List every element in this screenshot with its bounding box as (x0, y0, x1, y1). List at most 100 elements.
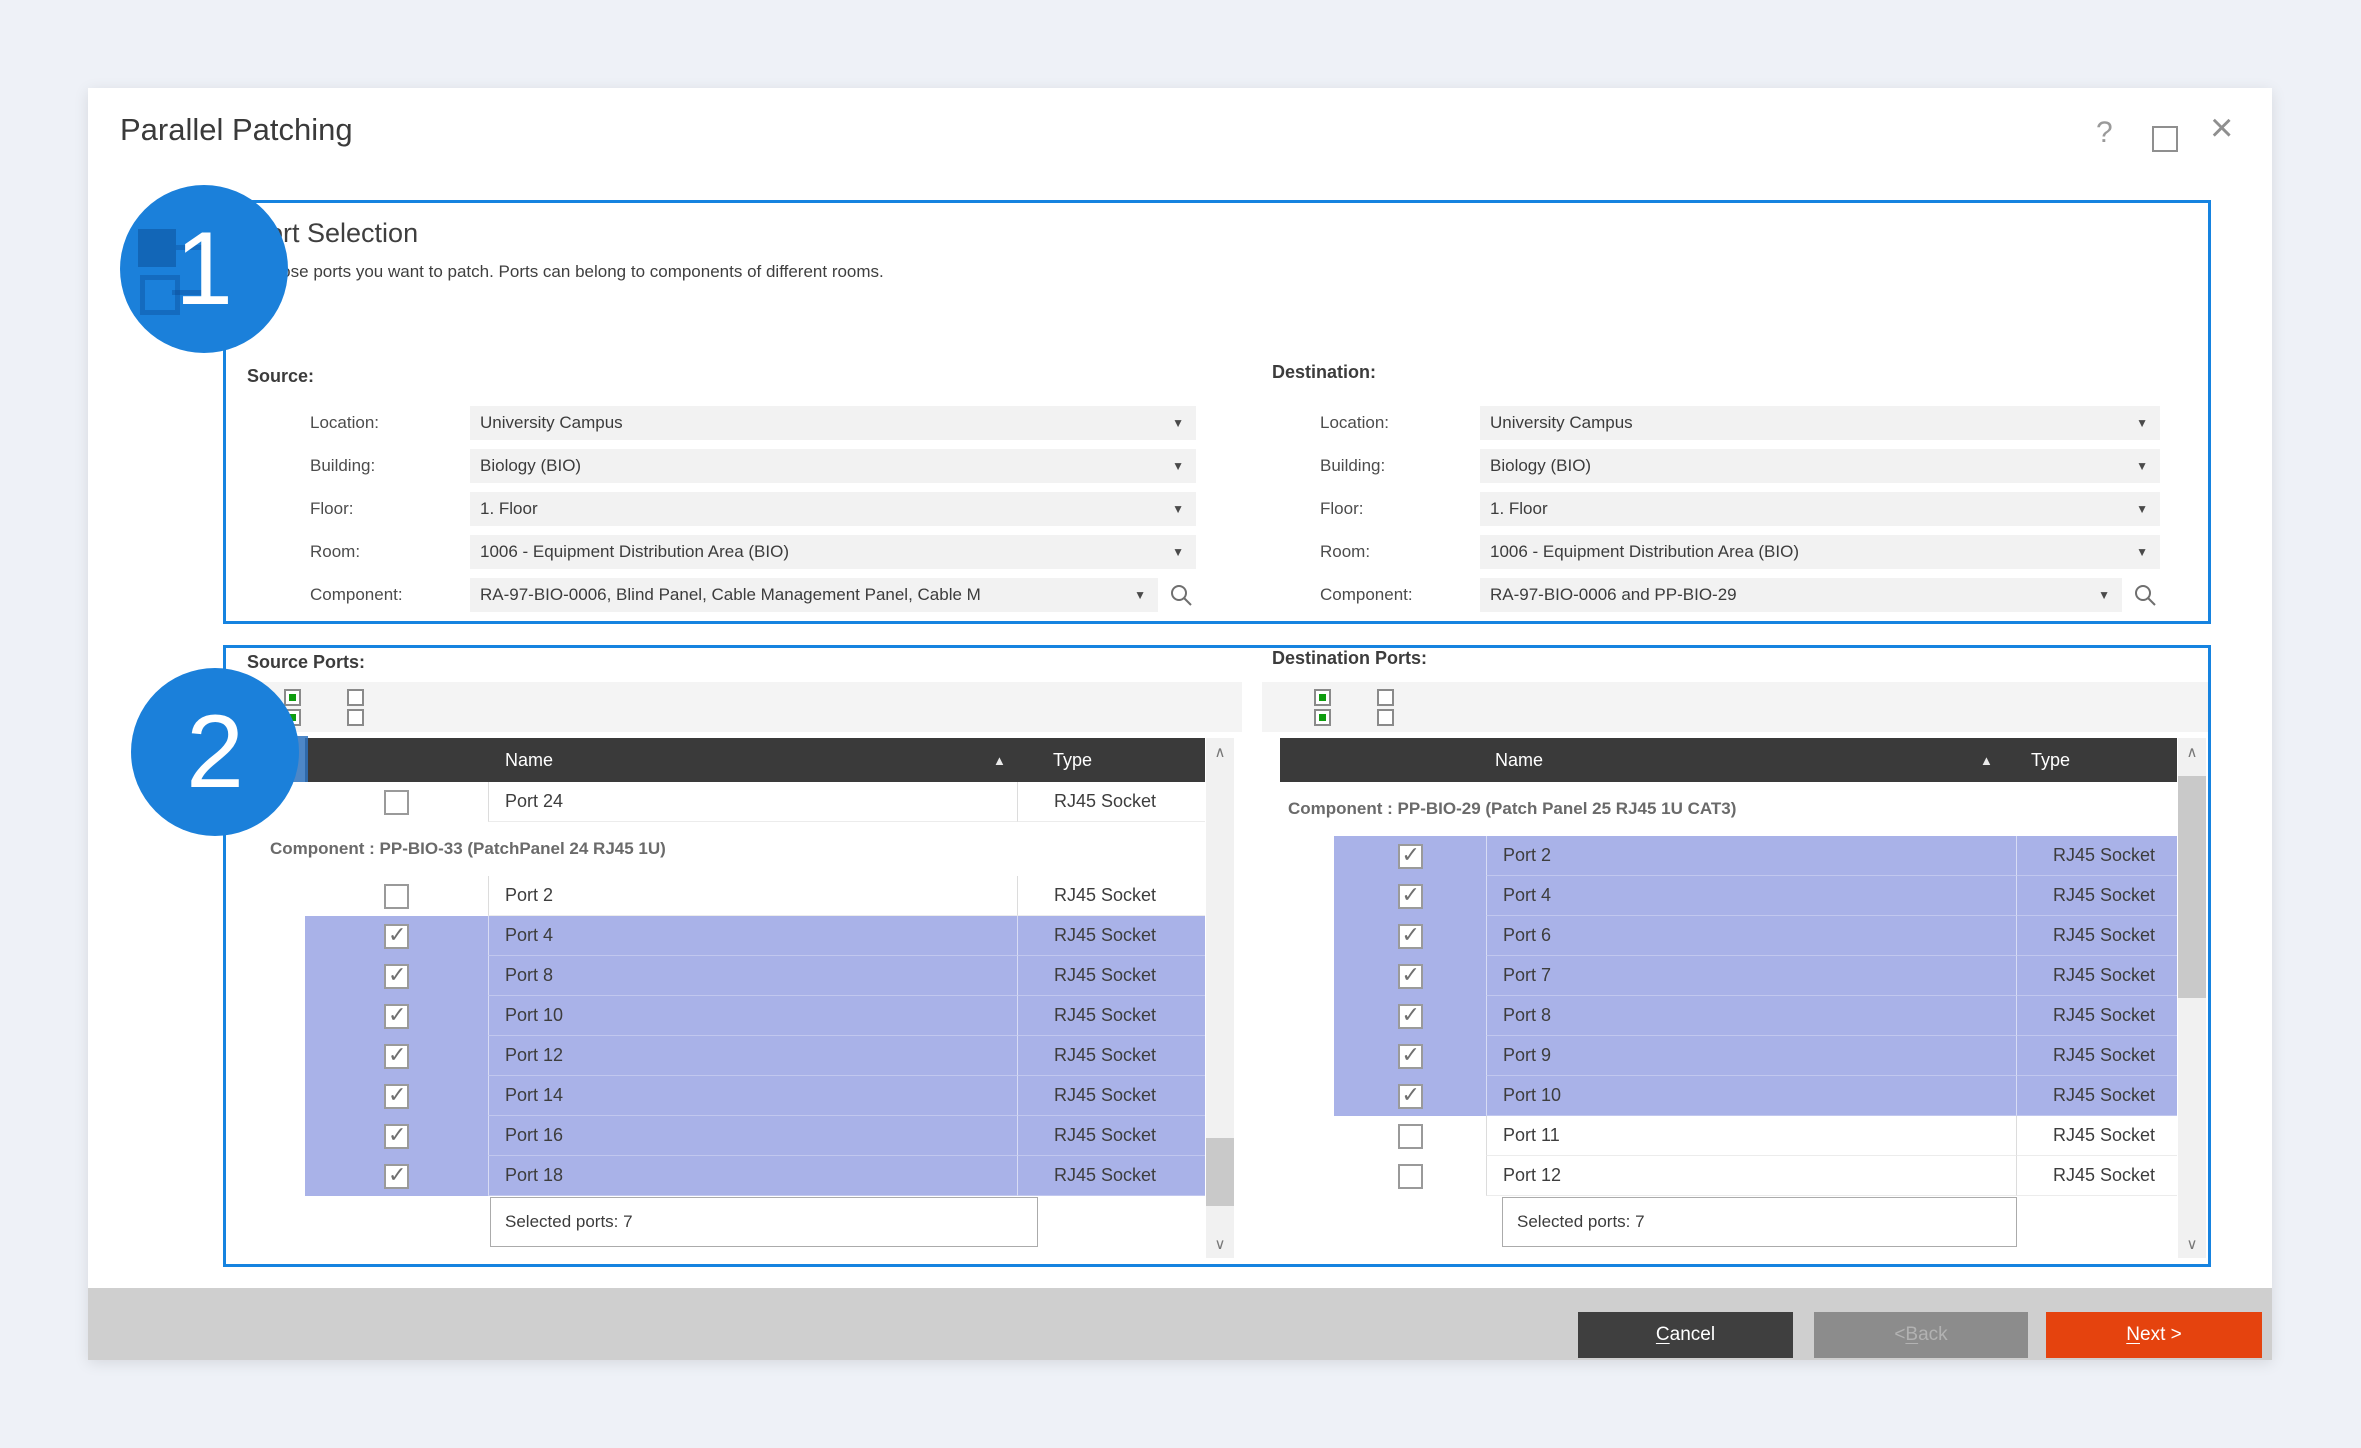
column-header-type[interactable]: Type (2031, 750, 2070, 771)
scroll-down-icon[interactable]: ∨ (1206, 1230, 1234, 1258)
table-row[interactable]: Port 10RJ45 Socket (1334, 1076, 2177, 1116)
scrollbar-thumb[interactable] (1206, 1138, 1234, 1206)
dropdown-field[interactable]: 1006 - Equipment Distribution Area (BIO)… (470, 535, 1196, 569)
chevron-down-icon[interactable]: ▼ (2130, 545, 2160, 559)
close-icon[interactable]: × (2210, 108, 2233, 148)
dropdown-field[interactable]: 1. Floor▼ (1480, 492, 2160, 526)
table-row[interactable]: Port 18RJ45 Socket (305, 1156, 1205, 1196)
field-row: Floor:1. Floor▼ (1320, 492, 2160, 526)
table-row[interactable]: Port 16RJ45 Socket (305, 1116, 1205, 1156)
port-type-cell: RJ45 Socket (2016, 1076, 2177, 1116)
table-row[interactable]: Port 7RJ45 Socket (1334, 956, 2177, 996)
chevron-down-icon[interactable]: ▼ (1166, 459, 1196, 473)
table-row[interactable]: Port 2RJ45 Socket (305, 876, 1205, 916)
table-row[interactable]: Port 4RJ45 Socket (1334, 876, 2177, 916)
port-checkbox[interactable] (1398, 1084, 1423, 1109)
destination-scrollbar[interactable]: ∧ ∨ (2178, 738, 2206, 1258)
dropdown-field[interactable]: 1. Floor▼ (470, 492, 1196, 526)
port-checkbox[interactable] (384, 884, 409, 909)
table-row[interactable]: Port 12RJ45 Socket (305, 1036, 1205, 1076)
dropdown-field[interactable]: RA-97-BIO-0006 and PP-BIO-29▼ (1480, 578, 2122, 612)
table-row[interactable]: Port 14RJ45 Socket (305, 1076, 1205, 1116)
checkbox-cell (305, 1036, 488, 1076)
table-row[interactable]: Port 8RJ45 Socket (305, 956, 1205, 996)
port-checkbox[interactable] (1398, 924, 1423, 949)
table-row[interactable]: Port 2RJ45 Socket (1334, 836, 2177, 876)
port-checkbox[interactable] (384, 924, 409, 949)
section-description: Choose ports you want to patch. Ports ca… (250, 262, 884, 282)
scroll-up-icon[interactable]: ∧ (2178, 738, 2206, 766)
table-row[interactable]: Port 24RJ45 Socket (305, 782, 1205, 822)
chevron-down-icon[interactable]: ▼ (2092, 588, 2122, 602)
select-all-ports-icon[interactable] (1314, 689, 1333, 726)
table-row[interactable]: Port 9RJ45 Socket (1334, 1036, 2177, 1076)
sort-ascending-icon[interactable]: ▲ (993, 753, 1006, 768)
port-type-cell: RJ45 Socket (1017, 1156, 1205, 1196)
dropdown-field[interactable]: 1006 - Equipment Distribution Area (BIO)… (1480, 535, 2160, 569)
port-checkbox[interactable] (1398, 1164, 1423, 1189)
port-checkbox[interactable] (1398, 884, 1423, 909)
cancel-button[interactable]: Cancel (1578, 1312, 1793, 1358)
chevron-down-icon[interactable]: ▼ (1166, 416, 1196, 430)
deselect-all-ports-icon[interactable] (347, 689, 366, 726)
port-checkbox[interactable] (1398, 1004, 1423, 1029)
port-checkbox[interactable] (384, 1044, 409, 1069)
chevron-down-icon[interactable]: ▼ (2130, 459, 2160, 473)
source-scrollbar[interactable]: ∧ ∨ (1206, 738, 1234, 1258)
port-checkbox[interactable] (384, 964, 409, 989)
port-checkbox[interactable] (384, 1124, 409, 1149)
dropdown-field[interactable]: University Campus▼ (470, 406, 1196, 440)
destination-ports-table: Name ▲ Type Component : PP-BIO-29 (Patch… (1280, 738, 2177, 1196)
chevron-down-icon[interactable]: ▼ (2130, 416, 2160, 430)
port-type-cell: RJ45 Socket (2016, 916, 2177, 956)
chevron-down-icon[interactable]: ▼ (2130, 502, 2160, 516)
sort-ascending-icon[interactable]: ▲ (1980, 753, 1993, 768)
scroll-down-icon[interactable]: ∨ (2178, 1230, 2206, 1258)
search-icon[interactable] (2130, 578, 2160, 612)
dropdown-value: University Campus (470, 413, 1166, 433)
step-1-number: 1 (175, 210, 233, 329)
port-checkbox[interactable] (1398, 1124, 1423, 1149)
dropdown-field[interactable]: RA-97-BIO-0006, Blind Panel, Cable Manag… (470, 578, 1158, 612)
maximize-icon[interactable] (2152, 126, 2178, 152)
dropdown-field[interactable]: Biology (BIO)▼ (1480, 449, 2160, 483)
chevron-down-icon[interactable]: ▼ (1166, 502, 1196, 516)
search-icon[interactable] (1166, 578, 1196, 612)
component-group-row: Component : PP-BIO-33 (PatchPanel 24 RJ4… (270, 822, 1205, 876)
table-header[interactable]: Name ▲ Type (305, 738, 1205, 782)
dropdown-field[interactable]: Biology (BIO)▼ (470, 449, 1196, 483)
port-checkbox[interactable] (384, 790, 409, 815)
column-header-name[interactable]: Name (1495, 750, 1543, 771)
help-icon[interactable]: ? (2096, 116, 2113, 150)
table-row[interactable]: Port 4RJ45 Socket (305, 916, 1205, 956)
port-checkbox[interactable] (384, 1164, 409, 1189)
port-checkbox[interactable] (1398, 964, 1423, 989)
chevron-down-icon[interactable]: ▼ (1128, 588, 1158, 602)
field-label: Room: (1320, 542, 1480, 562)
checkbox-cell (305, 1156, 488, 1196)
port-name-cell: Port 6 (1486, 916, 2016, 956)
field-label: Location: (1320, 413, 1480, 433)
back-button: < Back (1814, 1312, 2028, 1358)
scroll-up-icon[interactable]: ∧ (1206, 738, 1234, 766)
dropdown-field[interactable]: University Campus▼ (1480, 406, 2160, 440)
table-row[interactable]: Port 10RJ45 Socket (305, 996, 1205, 1036)
port-checkbox[interactable] (1398, 1044, 1423, 1069)
chevron-down-icon[interactable]: ▼ (1166, 545, 1196, 559)
port-name-cell: Port 10 (488, 996, 1017, 1036)
deselect-all-ports-icon[interactable] (1377, 689, 1396, 726)
scrollbar-thumb[interactable] (2178, 776, 2206, 998)
table-row[interactable]: Port 6RJ45 Socket (1334, 916, 2177, 956)
table-header[interactable]: Name ▲ Type (1280, 738, 2177, 782)
port-checkbox[interactable] (384, 1084, 409, 1109)
column-header-name[interactable]: Name (505, 750, 553, 771)
table-row[interactable]: Port 8RJ45 Socket (1334, 996, 2177, 1036)
step-2-number: 2 (186, 693, 244, 812)
table-row[interactable]: Port 11RJ45 Socket (1334, 1116, 2177, 1156)
table-row[interactable]: Port 12RJ45 Socket (1334, 1156, 2177, 1196)
port-checkbox[interactable] (1398, 844, 1423, 869)
next-button[interactable]: Next > (2046, 1312, 2262, 1358)
port-checkbox[interactable] (384, 1004, 409, 1029)
column-header-type[interactable]: Type (1053, 750, 1092, 771)
port-name-cell: Port 12 (1486, 1156, 2016, 1196)
